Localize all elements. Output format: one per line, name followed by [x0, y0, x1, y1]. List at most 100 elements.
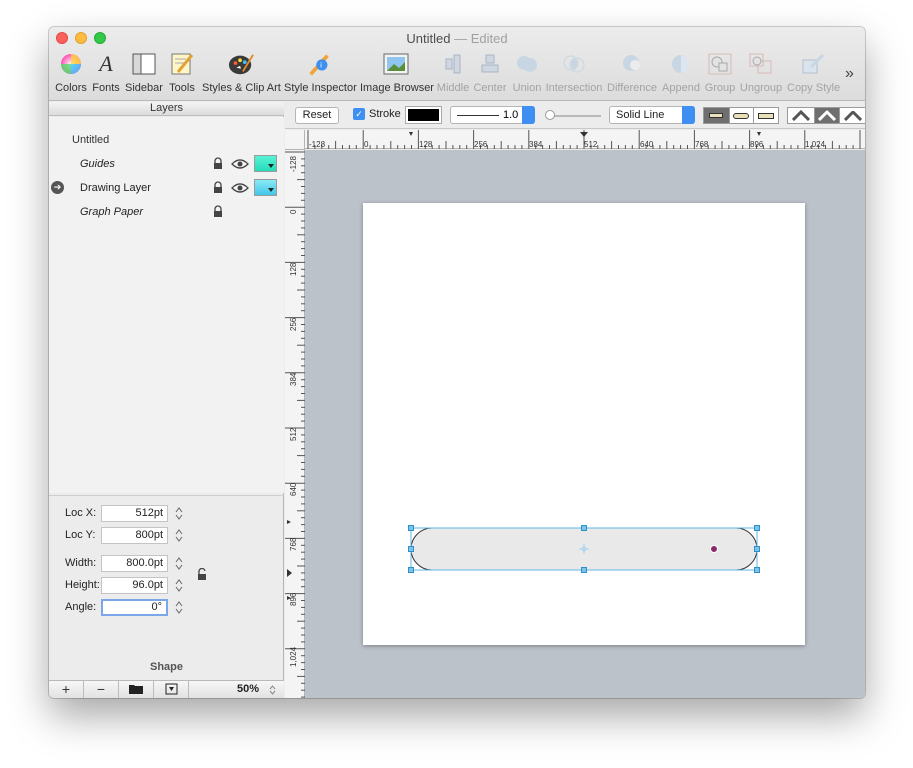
opacity-slider-knob[interactable] [545, 110, 555, 120]
layer-color-swatch[interactable] [254, 179, 277, 196]
width-stepper[interactable] [175, 556, 183, 571]
ruler-corner [285, 130, 305, 150]
bevel-join-button[interactable] [839, 108, 865, 123]
document-page[interactable] [363, 203, 805, 645]
active-layer-arrow-icon: ➔ [51, 181, 64, 194]
loc-x-stepper[interactable] [175, 506, 183, 521]
ruler-label: 0 [289, 209, 298, 214]
opacity-slider-track[interactable] [549, 115, 601, 117]
remove-layer-button[interactable]: − [84, 681, 119, 698]
toolbar-overflow-button[interactable]: » [845, 65, 854, 83]
layer-document-row[interactable]: Untitled [49, 131, 284, 153]
toolbar-label: Append [662, 82, 700, 94]
line-cap-segmented [703, 107, 779, 124]
fonts-icon: A [99, 51, 113, 76]
toolbar-label: Sidebar [125, 82, 163, 94]
layer-name: Guides [80, 158, 115, 170]
layer-row-graph-paper[interactable]: Graph Paper [49, 202, 284, 224]
folder-button[interactable] [119, 681, 154, 698]
toolbar-copy-style-button[interactable]: Copy Style [787, 51, 840, 99]
toolbar-center-button[interactable]: Center [473, 51, 507, 99]
window-title: Untitled — Edited [49, 31, 865, 46]
loc-y-input[interactable]: 800pt [101, 527, 168, 544]
toolbar-difference-button[interactable]: Difference [607, 51, 657, 99]
folder-icon [129, 685, 143, 694]
ruler-label: 256 [474, 140, 488, 149]
toolbar-image-browser-button[interactable]: Image Browser [360, 51, 434, 99]
stroke-width-field[interactable]: 1.0 [450, 106, 535, 124]
edited-status: — Edited [454, 31, 508, 46]
ruler-label: -128 [309, 140, 326, 149]
angle-input[interactable]: 0° [101, 599, 168, 616]
toolbar-group-button[interactable]: Group [703, 51, 737, 99]
layer-menu-button[interactable] [154, 681, 189, 698]
lock-icon[interactable] [213, 157, 223, 170]
aspect-lock-icon[interactable] [197, 568, 207, 581]
layers-header: Layers [49, 102, 284, 116]
toolbar-union-button[interactable]: Union [510, 51, 544, 99]
selected-rounded-rectangle[interactable] [363, 203, 805, 645]
toolbar-label: Difference [607, 82, 657, 94]
toolbar-append-button[interactable]: Append [661, 51, 701, 99]
round-join-button[interactable] [813, 108, 840, 123]
toolbar-intersection-button[interactable]: Intersection [545, 51, 603, 99]
angle-label: Angle: [65, 601, 97, 613]
toolbar-sidebar-button[interactable]: Sidebar [125, 51, 163, 99]
ruler-label: 768 [289, 537, 298, 551]
toolbar-colors-button[interactable]: Colors [54, 51, 88, 99]
eye-icon[interactable] [231, 158, 249, 170]
toolbar-styles-clipart-button[interactable]: Styles & Clip Art [202, 51, 281, 99]
ruler-label: 768 [695, 140, 709, 149]
square-cap-button[interactable] [753, 108, 778, 123]
loc-y-stepper[interactable] [175, 528, 183, 543]
add-layer-button[interactable]: + [49, 681, 84, 698]
toolbar-label: Center [473, 82, 507, 94]
color-wheel-icon [58, 51, 84, 77]
layer-row-guides[interactable]: Guides [49, 154, 284, 176]
line-style-select[interactable]: Solid Line [609, 106, 695, 124]
toolbar-label: Colors [55, 82, 87, 94]
reset-button[interactable]: Reset [295, 107, 339, 124]
document-name: Untitled [406, 31, 451, 46]
vertical-ruler[interactable]: -128 0 128 256 384 512 640 768 896 1,024 [285, 150, 305, 698]
toolbar-middle-button[interactable]: Middle [436, 51, 470, 99]
zoom-level[interactable]: 50% [189, 683, 279, 695]
toolbar-fonts-button[interactable]: A Fonts [91, 51, 121, 99]
toolbar-label: Styles & Clip Art [202, 82, 281, 94]
stroke-toolbar: Reset ✓ Stroke 1.0 Solid Line [285, 102, 865, 129]
angle-stepper[interactable] [175, 600, 183, 615]
layer-row-drawing[interactable]: ➔ Drawing Layer [49, 178, 284, 200]
toolbar-tools-button[interactable]: Tools [167, 51, 197, 99]
round-cap-button[interactable] [728, 108, 754, 123]
miter-join-button[interactable] [788, 108, 814, 123]
eye-icon[interactable] [231, 182, 249, 194]
layer-color-swatch[interactable] [254, 155, 277, 172]
menu-dropdown-icon [165, 683, 177, 695]
ruler-label: 384 [289, 372, 298, 386]
lock-icon[interactable] [213, 205, 223, 218]
drawing-canvas[interactable] [305, 150, 865, 698]
zoom-stepper[interactable] [269, 684, 276, 696]
toolbar-ungroup-button[interactable]: Ungroup [739, 51, 783, 99]
app-window: Untitled — Edited Colors A Fonts Sidebar… [49, 27, 865, 698]
line-style-stepper[interactable] [682, 106, 695, 124]
toolbar-style-inspector-button[interactable]: i Style Inspector [284, 51, 357, 99]
width-input[interactable]: 800.0pt [101, 555, 168, 572]
height-input[interactable]: 96.0pt [101, 577, 168, 594]
height-stepper[interactable] [175, 578, 183, 593]
ruler-label: 128 [289, 262, 298, 276]
height-label: Height: [65, 579, 100, 591]
butt-cap-button[interactable] [704, 108, 729, 123]
stroke-color-well[interactable] [405, 106, 442, 124]
line-style-value: Solid Line [616, 109, 665, 121]
ruler-label: 1,024 [289, 646, 298, 667]
lock-icon[interactable] [213, 181, 223, 194]
toolbar-label: Middle [436, 82, 470, 94]
sidebar-footer: + − 50% [49, 680, 284, 698]
loc-x-input[interactable]: 512pt [101, 505, 168, 522]
horizontal-ruler[interactable]: -128 0 128 256 384 512 640 768 896 1,024 [305, 130, 865, 149]
layer-list: Untitled Guides ➔ Drawing Layer Graph Pa… [49, 117, 284, 493]
stroke-width-stepper[interactable] [522, 106, 535, 124]
stroke-checkbox[interactable]: ✓ [353, 108, 365, 120]
intersection-icon [561, 51, 587, 77]
